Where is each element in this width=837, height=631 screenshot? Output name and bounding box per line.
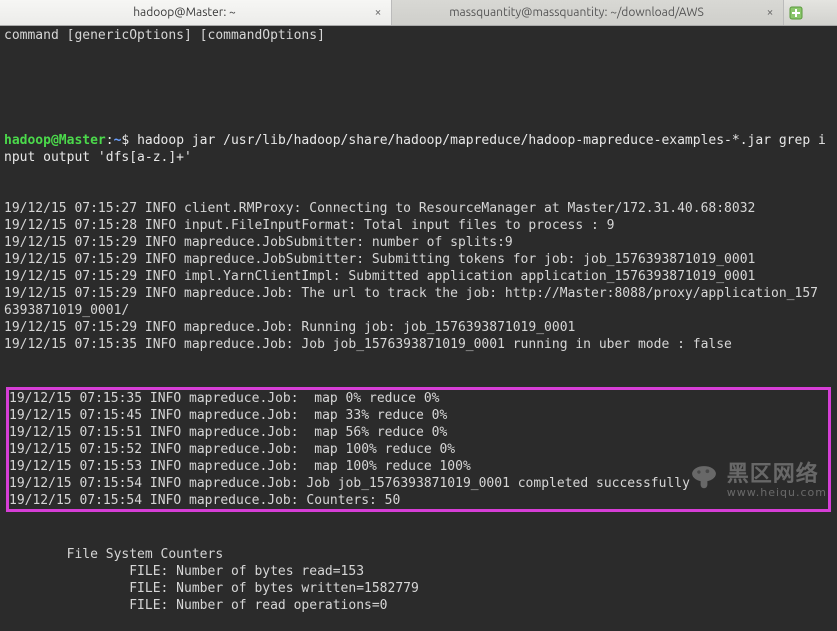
tab-title: hadoop@Master: ~ — [6, 6, 363, 19]
highlighted-log-block: 19/12/15 07:15:35 INFO mapreduce.Job: ma… — [6, 387, 831, 512]
log-line: 19/12/15 07:15:45 INFO mapreduce.Job: ma… — [9, 407, 828, 424]
close-icon[interactable]: × — [763, 6, 777, 20]
prompt-userhost: hadoop@Master — [4, 133, 106, 148]
tab-title: massquantity@massquantity: ~/download/AW… — [398, 6, 755, 19]
log-line: 19/12/15 07:15:54 INFO mapreduce.Job: Jo… — [9, 475, 828, 492]
tab-terminal-inactive[interactable]: massquantity@massquantity: ~/download/AW… — [392, 0, 784, 25]
tab-terminal-active[interactable]: hadoop@Master: ~ × — [0, 0, 392, 25]
log-block: 19/12/15 07:15:27 INFO client.RMProxy: C… — [4, 200, 833, 353]
tab-bar: hadoop@Master: ~ × massquantity@massquan… — [0, 0, 837, 26]
log-line: 19/12/15 07:15:29 INFO mapreduce.Job: Ru… — [4, 319, 833, 336]
log-line: 19/12/15 07:15:35 INFO mapreduce.Job: ma… — [9, 390, 828, 407]
log-line: 19/12/15 07:15:52 INFO mapreduce.Job: ma… — [9, 441, 828, 458]
log-block: File System Counters FILE: Number of byt… — [4, 546, 833, 614]
log-line: 19/12/15 07:15:29 INFO mapreduce.JobSubm… — [4, 251, 833, 268]
log-line: FILE: Number of bytes written=1582779 — [4, 580, 833, 597]
log-line: 19/12/15 07:15:27 INFO client.RMProxy: C… — [4, 200, 833, 217]
terminal-output[interactable]: hadoop@Master:~$ hadoop jar /usr/lib/had… — [0, 47, 837, 631]
log-line: 19/12/15 07:15:54 INFO mapreduce.Job: Co… — [9, 492, 828, 509]
log-line: 19/12/15 07:15:29 INFO mapreduce.JobSubm… — [4, 234, 833, 251]
blank-line — [4, 81, 833, 98]
log-line: 19/12/15 07:15:51 INFO mapreduce.Job: ma… — [9, 424, 828, 441]
log-line: 19/12/15 07:15:35 INFO mapreduce.Job: Jo… — [4, 336, 833, 353]
new-tab-button[interactable] — [784, 0, 808, 25]
log-line: FILE: Number of bytes read=153 — [4, 563, 833, 580]
prompt-line: hadoop@Master:~$ hadoop jar /usr/lib/had… — [4, 132, 833, 166]
plus-icon — [788, 5, 804, 21]
usage-line: command [genericOptions] [commandOptions… — [0, 26, 837, 47]
close-icon[interactable]: × — [371, 6, 385, 20]
log-line: 19/12/15 07:15:53 INFO mapreduce.Job: ma… — [9, 458, 828, 475]
log-line: FILE: Number of read operations=0 — [4, 597, 833, 614]
log-line: File System Counters — [4, 546, 833, 563]
prompt-sep: : — [106, 133, 114, 148]
usage-text: command [genericOptions] [commandOptions… — [4, 28, 325, 43]
log-line: 6393871019_0001/ — [4, 302, 833, 319]
log-line: 19/12/15 07:15:28 INFO input.FileInputFo… — [4, 217, 833, 234]
log-line: 19/12/15 07:15:29 INFO impl.YarnClientIm… — [4, 268, 833, 285]
log-line: 19/12/15 07:15:29 INFO mapreduce.Job: Th… — [4, 285, 833, 302]
